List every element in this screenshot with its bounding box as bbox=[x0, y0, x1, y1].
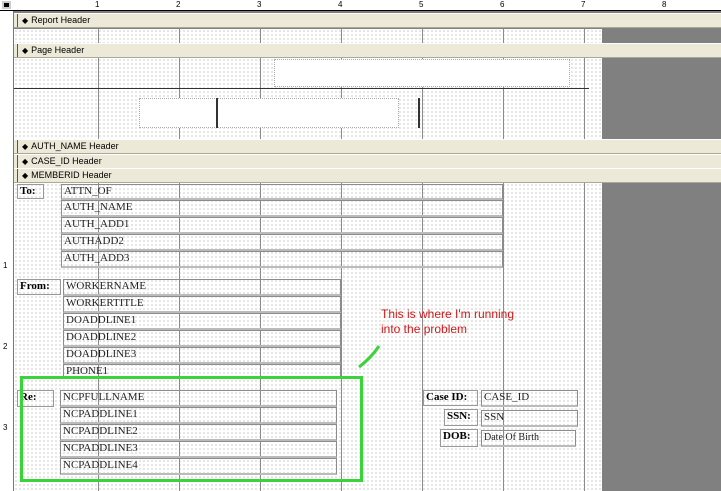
field-authadd2[interactable]: AUTHADD2 bbox=[61, 234, 503, 251]
section-bar-page-header[interactable]: ◆ Page Header bbox=[14, 43, 721, 58]
section-bar-case-id-header[interactable]: ◆ CASE_ID Header bbox=[14, 154, 721, 169]
field-case-id[interactable]: CASE_ID bbox=[481, 390, 578, 407]
select-report-button[interactable] bbox=[2, 1, 11, 9]
horizontal-ruler[interactable]: 1 2 3 4 5 6 7 8 bbox=[0, 0, 721, 11]
annotation-pointer bbox=[358, 345, 381, 369]
section-icon: ◆ bbox=[22, 142, 29, 151]
annotation-line: This is where I'm running bbox=[381, 307, 515, 321]
ruler-mark: 4 bbox=[338, 0, 343, 9]
ruler-mark: 3 bbox=[257, 0, 262, 9]
section-title: Report Header bbox=[31, 15, 91, 25]
section-bar-report-header[interactable]: ◆ Report Header bbox=[14, 13, 721, 28]
ruler-mark: 2 bbox=[3, 342, 8, 351]
case-id-label[interactable]: Case ID: bbox=[423, 390, 478, 406]
ruler-mark: 1 bbox=[3, 261, 8, 270]
field-auth-add3[interactable]: AUTH_ADD3 bbox=[61, 251, 503, 268]
report-header-band[interactable] bbox=[14, 29, 602, 43]
section-title: AUTH_NAME Header bbox=[31, 141, 119, 151]
line-control[interactable] bbox=[14, 88, 589, 89]
page-header-control[interactable] bbox=[274, 59, 570, 87]
field-workername[interactable]: WORKERNAME bbox=[63, 279, 341, 296]
section-icon: ◆ bbox=[22, 16, 29, 25]
field-attn-of[interactable]: ATTN_OF bbox=[61, 184, 503, 200]
highlight-box bbox=[20, 376, 363, 482]
to-label[interactable]: To: bbox=[17, 184, 44, 199]
section-bar-auth-name-header[interactable]: ◆ AUTH_NAME Header bbox=[14, 139, 721, 154]
ruler-mark: 5 bbox=[419, 0, 424, 9]
ruler-mark: 8 bbox=[662, 0, 667, 9]
section-bar-memberid-header[interactable]: ◆ MEMBERID Header bbox=[14, 168, 721, 183]
ruler-mark: 3 bbox=[3, 423, 8, 432]
annotation-text: This is where I'm running into the probl… bbox=[381, 307, 514, 337]
field-doaddline3[interactable]: DOADDLINE3 bbox=[63, 347, 341, 364]
ruler-mark: 6 bbox=[500, 0, 505, 9]
page-header-control[interactable] bbox=[139, 98, 399, 128]
field-doaddline2[interactable]: DOADDLINE2 bbox=[63, 330, 341, 347]
field-doaddline1[interactable]: DOADDLINE1 bbox=[63, 313, 341, 330]
ssn-label[interactable]: SSN: bbox=[444, 409, 478, 426]
field-ssn[interactable]: SSN bbox=[481, 410, 578, 427]
section-title: Page Header bbox=[31, 45, 85, 55]
field-auth-add1[interactable]: AUTH_ADD1 bbox=[61, 217, 503, 234]
section-title: MEMBERID Header bbox=[31, 170, 112, 180]
section-title: CASE_ID Header bbox=[31, 156, 102, 166]
field-date-of-birth[interactable]: Date Of Birth bbox=[481, 430, 576, 447]
dob-label[interactable]: DOB: bbox=[440, 429, 478, 447]
section-icon: ◆ bbox=[22, 171, 29, 180]
page-header-band[interactable] bbox=[14, 58, 602, 139]
ruler-mark: 2 bbox=[176, 0, 181, 9]
vertical-ruler[interactable]: 1 2 3 bbox=[0, 11, 14, 491]
field-workertitle[interactable]: WORKERTITLE bbox=[63, 296, 341, 313]
section-icon: ◆ bbox=[22, 46, 29, 55]
field-auth-name[interactable]: AUTH_NAME bbox=[61, 200, 503, 217]
annotation-line: into the problem bbox=[381, 322, 468, 336]
ruler-mark: 1 bbox=[95, 0, 100, 9]
ruler-mark: 7 bbox=[581, 0, 586, 9]
from-label[interactable]: From: bbox=[17, 279, 61, 295]
section-icon: ◆ bbox=[22, 157, 29, 166]
